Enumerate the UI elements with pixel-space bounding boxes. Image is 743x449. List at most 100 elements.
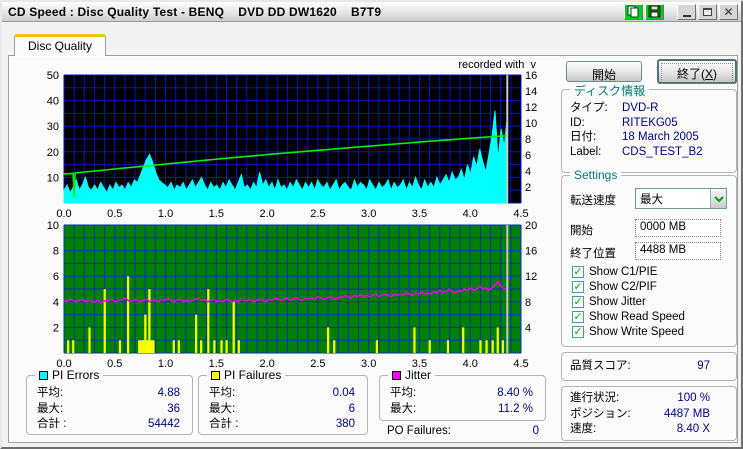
minimize-icon xyxy=(682,14,691,17)
pi-failures-bar xyxy=(213,340,216,353)
right-axis-tick: 12 xyxy=(525,102,537,114)
position-value: 4487 MB xyxy=(663,407,710,420)
disc-info-row: Label: CDS_TEST_B2 xyxy=(570,145,728,160)
pi-errors-speed-chart: 10 20 30 40 50 2 4 6 8 10 12 14 16 0.0 0.5 1.0 1.5 2.0 2.5… xyxy=(47,70,538,220)
pi-failures-bar xyxy=(496,327,499,353)
pi-failures-bar xyxy=(144,314,147,353)
pi-failures-bar xyxy=(413,327,416,353)
pi-failures-legend-label: PI Failures xyxy=(224,368,282,382)
right-axis-tick: 14 xyxy=(525,86,537,98)
exit-button[interactable]: 終了(X) xyxy=(657,59,737,84)
checkbox-label: Show Write Speed xyxy=(589,326,685,338)
x-axis-tick: 2.5 xyxy=(310,358,325,370)
checkbox-show-c2-pif[interactable]: ✓ Show C2/PIF xyxy=(572,281,657,293)
window-title: CD Speed : Disc Quality Test - BENQ DVD … xyxy=(8,4,382,19)
x-axis-tick: 4.5 xyxy=(513,208,528,220)
transfer-speed-label: 転送速度 xyxy=(570,195,616,207)
save-button[interactable] xyxy=(645,3,664,20)
right-axis-tick: 2 xyxy=(525,182,531,194)
pi-failures-bar xyxy=(220,340,223,353)
x-axis-tick: 0.0 xyxy=(56,208,71,220)
x-axis-tick: 2.0 xyxy=(259,208,274,220)
checkbox-show-write-speed[interactable]: ✓ Show Write Speed xyxy=(572,326,684,338)
pi-failures-bar xyxy=(327,327,330,353)
checkbox-icon: ✓ xyxy=(572,281,584,293)
left-axis-tick: 20 xyxy=(47,147,59,159)
pi-failures-bar xyxy=(232,301,235,353)
disc-info-title: ディスク情報 xyxy=(570,82,650,99)
checkbox-show-jitter[interactable]: ✓ Show Jitter xyxy=(572,296,646,308)
right-axis-tick: 20 xyxy=(525,220,537,232)
read-speed-line xyxy=(63,134,508,198)
left-axis-tick: 6 xyxy=(53,271,59,283)
pi-failures-stats-group: PI Failures 平均: 0.04 最大: 6 合計 : 380 xyxy=(198,368,368,435)
disc-info-label: タイプ: xyxy=(570,102,608,114)
stat-label: 平均: xyxy=(209,387,236,399)
recorded-with-watermark: recorded with v xyxy=(458,59,536,71)
stat-label: 平均: xyxy=(37,387,64,399)
app-window: CD Speed : Disc Quality Test - BENQ DVD … xyxy=(0,0,743,449)
checkbox-show-read-speed[interactable]: ✓ Show Read Speed xyxy=(572,311,685,323)
checkbox-show-c1-pie[interactable]: ✓ Show C1/PIE xyxy=(572,266,657,278)
po-failures-value: 0 xyxy=(532,425,539,437)
pi-failures-bar xyxy=(428,340,431,353)
stat-value: 380 xyxy=(335,418,355,430)
progress-row: 進行状況: 100 % xyxy=(562,391,736,407)
close-button[interactable]: ✕ xyxy=(719,3,738,20)
jitter-line xyxy=(63,279,508,305)
disc-info-label: Label: xyxy=(570,145,602,158)
stat-row: 最大: 11.2 % xyxy=(390,402,533,418)
left-axis-tick: 40 xyxy=(47,96,59,108)
checkbox-icon: ✓ xyxy=(572,326,584,338)
dropdown-arrow-button[interactable] xyxy=(710,189,726,208)
pi-failures-bar xyxy=(225,340,228,353)
pi-errors-stats-group: PI Errors 平均: 4.88 最大: 36 合計 : 54442 xyxy=(26,368,193,435)
x-axis-tick: 0.5 xyxy=(107,208,122,220)
start-button[interactable]: 開始 xyxy=(566,61,642,82)
right-axis-tick: 6 xyxy=(525,150,531,162)
pi-failures-bar xyxy=(146,340,149,353)
pi-failures-bar xyxy=(195,314,198,353)
left-axis-tick: 10 xyxy=(47,220,59,232)
tab-disc-quality[interactable]: Disc Quality xyxy=(14,34,107,56)
disc-info-row: 日付: 18 March 2005 xyxy=(570,130,728,145)
minimize-button[interactable] xyxy=(677,3,696,20)
stat-value: 6 xyxy=(348,402,355,415)
stat-row: 平均: 0.04 xyxy=(209,386,355,402)
title-bar: CD Speed : Disc Quality Test - BENQ DVD … xyxy=(2,2,741,22)
pi-failures-bar xyxy=(88,327,91,353)
disc-info-label: ID: xyxy=(570,116,585,129)
stat-label: 合計 : xyxy=(37,418,67,430)
start-position-label: 開始 xyxy=(570,225,593,237)
left-axis-tick: 4 xyxy=(53,297,59,309)
restore-icon xyxy=(703,7,712,16)
stat-row: 合計 : 54442 xyxy=(37,417,180,433)
start-position-field[interactable]: 0000 MB xyxy=(635,219,721,237)
end-position-field[interactable]: 4488 MB xyxy=(635,242,721,260)
left-axis-tick: 30 xyxy=(47,121,59,133)
pi-failures-bar xyxy=(207,289,210,353)
disc-info-label: 日付: xyxy=(570,131,597,143)
restore-button[interactable] xyxy=(698,3,717,20)
stat-value: 0.04 xyxy=(332,387,355,399)
pi-failures-bar xyxy=(479,340,482,353)
right-axis-tick: 16 xyxy=(525,246,537,258)
checkbox-label: Show C2/PIF xyxy=(589,281,657,293)
x-axis-tick: 1.0 xyxy=(158,208,173,220)
x-axis-tick: 4.0 xyxy=(463,208,478,220)
transfer-speed-select[interactable]: 最大 xyxy=(635,188,727,209)
pi-errors-legend-label: PI Errors xyxy=(52,368,100,382)
x-axis-tick: 1.0 xyxy=(158,358,173,370)
settings-group: Settings 転送速度 最大 開始 0000 MB 終了位置 4488 MB… xyxy=(561,168,737,347)
copy-pages-icon xyxy=(627,5,639,18)
speed-label: 速度: xyxy=(570,423,597,435)
x-axis-tick: 1.5 xyxy=(209,208,224,220)
quality-score-row: 品質スコア: 97 xyxy=(562,359,736,375)
pi-failures-bar xyxy=(140,340,143,353)
stat-row: 合計 : 380 xyxy=(209,417,355,433)
position-label: ポジション: xyxy=(570,407,631,420)
pi-failures-bar xyxy=(491,340,494,353)
copy-button[interactable] xyxy=(624,3,643,20)
floppy-disk-icon xyxy=(648,5,661,18)
stat-row: 最大: 36 xyxy=(37,402,180,418)
